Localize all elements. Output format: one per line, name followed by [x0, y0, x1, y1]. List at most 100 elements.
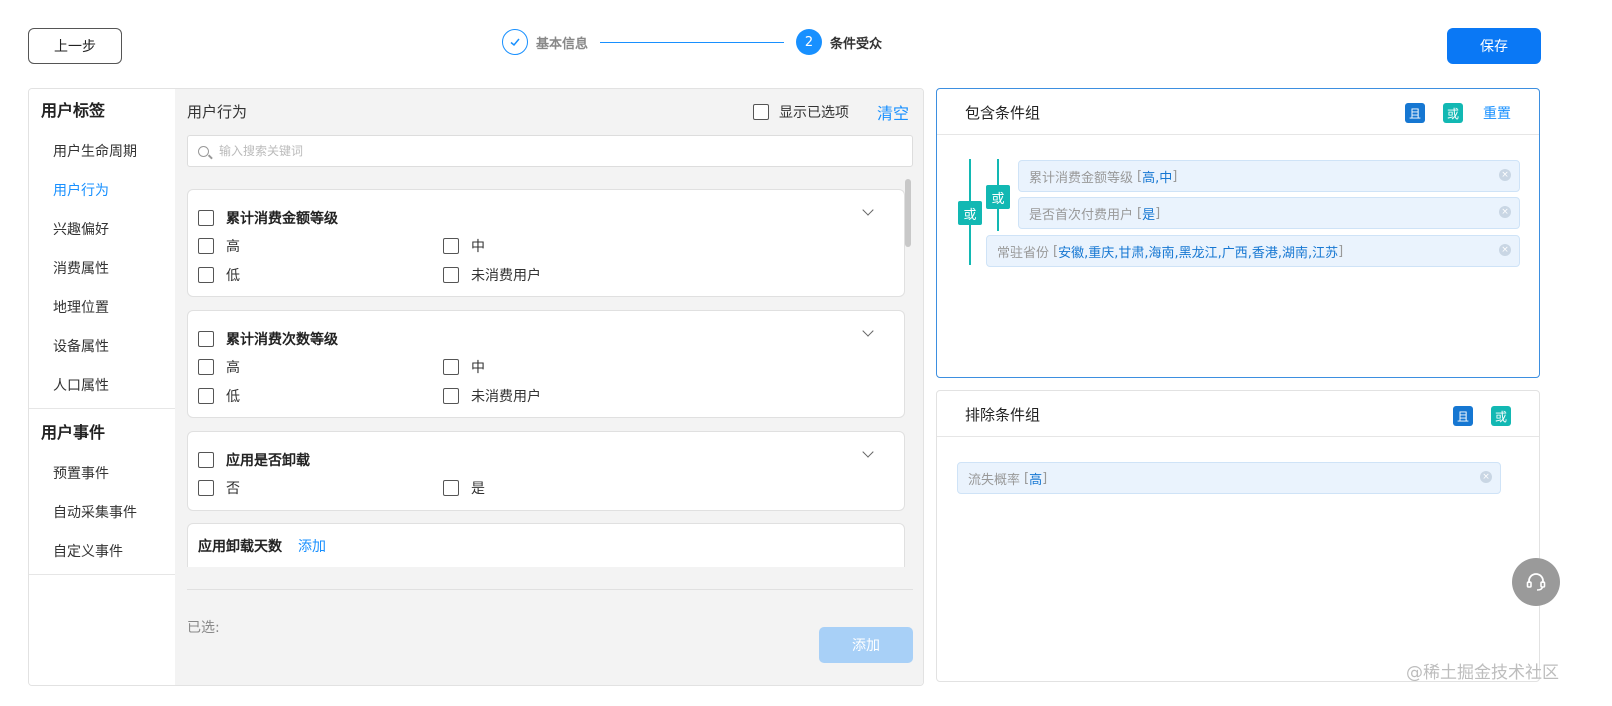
nav-divider — [29, 574, 175, 575]
checkbox[interactable] — [443, 238, 459, 254]
checkbox[interactable] — [443, 359, 459, 375]
step-label-basic-info: 基本信息 — [536, 36, 589, 52]
or-group-badge[interactable]: 或 — [958, 201, 982, 225]
option-checkbox[interactable]: 是 — [443, 478, 485, 498]
add-condition-link[interactable]: 添加 — [298, 536, 326, 556]
option-label: 是 — [471, 481, 485, 497]
option-label: 高 — [226, 239, 240, 255]
option-label: 未消费用户 — [471, 268, 541, 284]
condition-tag[interactable]: 流失概率 [高] × — [957, 462, 1501, 494]
footer-divider — [187, 589, 913, 590]
save-button[interactable]: 保存 — [1447, 28, 1541, 64]
or-button[interactable]: 或 — [1443, 103, 1463, 123]
nav-divider — [29, 408, 175, 409]
step-connector — [600, 41, 785, 43]
step-number: 2 — [796, 29, 823, 55]
content-header: 用户行为 显示已选项 清空 — [187, 99, 913, 124]
category-nav: 用户标签 用户生命周期 用户行为 兴趣偏好 消费属性 地理位置 设备属性 人口属… — [29, 89, 175, 685]
condition-list-area: 用户行为 显示已选项 清空 累计消费金额等级 高 中 低 未消费用 — [175, 89, 923, 685]
chevron-down-icon[interactable] — [862, 446, 874, 458]
chevron-down-icon[interactable] — [862, 204, 874, 216]
nav-item-user-behavior[interactable]: 用户行为 — [29, 172, 175, 211]
checkbox[interactable] — [198, 480, 214, 496]
option-checkbox[interactable]: 高 — [198, 357, 240, 377]
option-label: 低 — [226, 389, 240, 405]
close-icon[interactable]: × — [1499, 169, 1511, 181]
option-checkbox[interactable]: 中 — [443, 236, 485, 256]
nav-item-custom-events[interactable]: 自定义事件 — [29, 533, 175, 572]
exclude-condition-group: 排除条件组 且 或 流失概率 [高] × — [936, 390, 1540, 682]
nav-item-interests[interactable]: 兴趣偏好 — [29, 211, 175, 250]
condition-card-add: 应用卸载天数 添加 — [187, 523, 905, 567]
card-title-text: 累计消费次数等级 — [226, 332, 338, 348]
reset-link[interactable]: 重置 — [1483, 103, 1511, 123]
selected-label: 已选: — [187, 620, 220, 636]
condition-tag[interactable]: 累计消费金额等级 [高,中] × — [1018, 160, 1520, 192]
watermark: @稀土掘金技术社区 — [1406, 663, 1559, 683]
checkbox[interactable] — [198, 267, 214, 283]
checkbox[interactable] — [198, 359, 214, 375]
checkbox[interactable] — [198, 238, 214, 254]
include-group-header: 包含条件组 且 或 重置 — [937, 89, 1539, 135]
option-checkbox[interactable]: 否 — [198, 478, 240, 498]
clear-link[interactable]: 清空 — [877, 100, 909, 124]
or-button[interactable]: 或 — [1491, 406, 1511, 426]
condition-card: 应用是否卸载 否 是 — [187, 431, 905, 511]
condition-name: 常驻省份 — [997, 245, 1050, 261]
card-title[interactable]: 应用是否卸载 — [198, 450, 310, 470]
card-title[interactable]: 累计消费次数等级 — [198, 329, 338, 349]
option-label: 高 — [226, 360, 240, 376]
condition-card-list: 累计消费金额等级 高 中 低 未消费用户 累计消费次数等级 高 中 低 未消费用… — [187, 189, 913, 567]
customer-service-button[interactable] — [1512, 558, 1560, 606]
nav-item-lifecycle[interactable]: 用户生命周期 — [29, 133, 175, 172]
check-icon — [502, 29, 528, 55]
condition-name: 累计消费金额等级 — [1029, 170, 1134, 186]
option-checkbox[interactable]: 未消费用户 — [443, 265, 541, 285]
checkbox[interactable] — [443, 388, 459, 404]
back-button[interactable]: 上一步 — [28, 28, 122, 64]
checkbox[interactable] — [198, 388, 214, 404]
headset-icon — [1526, 573, 1546, 591]
show-selected-toggle[interactable]: 显示已选项 — [753, 102, 849, 122]
card-title[interactable]: 累计消费金额等级 — [198, 208, 338, 228]
option-checkbox[interactable]: 未消费用户 — [443, 386, 541, 406]
nav-item-location[interactable]: 地理位置 — [29, 289, 175, 328]
close-icon[interactable]: × — [1499, 206, 1511, 218]
and-button[interactable]: 且 — [1453, 406, 1473, 426]
nav-item-demographics[interactable]: 人口属性 — [29, 367, 175, 406]
and-button[interactable]: 且 — [1405, 103, 1425, 123]
search-box[interactable] — [187, 135, 913, 167]
card-checkbox[interactable] — [198, 452, 214, 468]
chevron-down-icon[interactable] — [862, 325, 874, 337]
scrollbar[interactable] — [905, 179, 911, 247]
or-group-badge[interactable]: 或 — [986, 185, 1010, 209]
card-checkbox[interactable] — [198, 210, 214, 226]
search-input[interactable] — [219, 144, 869, 158]
show-selected-label: 显示已选项 — [779, 105, 849, 121]
nav-item-auto-events[interactable]: 自动采集事件 — [29, 494, 175, 533]
option-label: 未消费用户 — [471, 389, 541, 405]
close-icon[interactable]: × — [1499, 244, 1511, 256]
option-checkbox[interactable]: 中 — [443, 357, 485, 377]
exclude-group-title: 排除条件组 — [965, 406, 1041, 424]
nav-group-user-events: 用户事件 — [41, 423, 106, 442]
show-selected-checkbox[interactable] — [753, 104, 769, 120]
checkbox[interactable] — [443, 267, 459, 283]
card-title-text: 累计消费金额等级 — [226, 211, 338, 227]
add-button[interactable]: 添加 — [819, 627, 913, 663]
option-checkbox[interactable]: 高 — [198, 236, 240, 256]
nav-item-device[interactable]: 设备属性 — [29, 328, 175, 367]
option-checkbox[interactable]: 低 — [198, 386, 240, 406]
option-label: 低 — [226, 268, 240, 284]
nav-item-consumption[interactable]: 消费属性 — [29, 250, 175, 289]
step-indicator: 基本信息 2 条件受众 — [502, 28, 882, 56]
card-title-text: 应用是否卸载 — [226, 453, 310, 469]
condition-tag[interactable]: 常驻省份 [安徽,重庆,甘肃,海南,黑龙江,广西,香港,湖南,江苏] × — [986, 235, 1520, 267]
condition-values: 是 — [1142, 207, 1156, 223]
close-icon[interactable]: × — [1480, 471, 1492, 483]
condition-tag[interactable]: 是否首次付费用户 [是] × — [1018, 197, 1520, 229]
checkbox[interactable] — [443, 480, 459, 496]
nav-item-preset-events[interactable]: 预置事件 — [29, 455, 175, 494]
card-checkbox[interactable] — [198, 331, 214, 347]
option-checkbox[interactable]: 低 — [198, 265, 240, 285]
